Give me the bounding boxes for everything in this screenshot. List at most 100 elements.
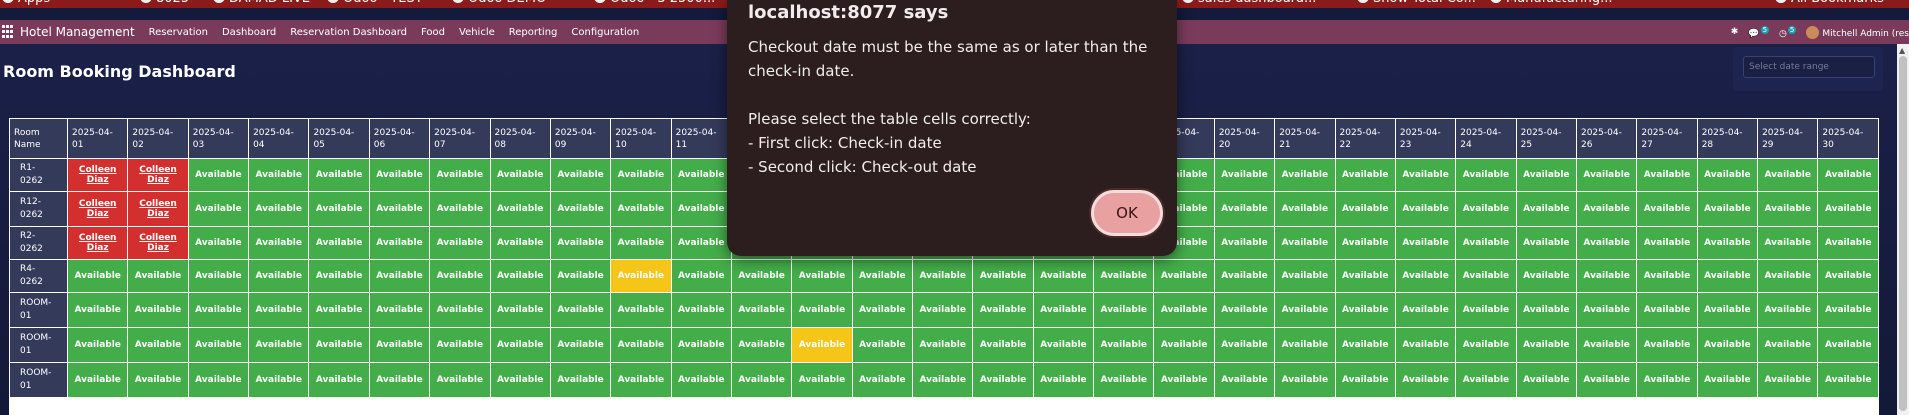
activity-clock-icon[interactable]: ◷ 5: [1779, 25, 1797, 39]
bookmark-item[interactable]: DAMAD LIVE: [213, 0, 310, 6]
selected-date-cell[interactable]: Available: [791, 327, 853, 363]
available-cell[interactable]: Available: [670, 158, 732, 192]
available-cell[interactable]: Available: [1575, 362, 1638, 398]
available-cell[interactable]: Available: [1394, 292, 1457, 328]
available-cell[interactable]: Available: [248, 292, 310, 328]
available-cell[interactable]: Available: [1394, 226, 1457, 260]
menu-reservation-dashboard[interactable]: Reservation Dashboard: [290, 27, 407, 38]
available-cell[interactable]: Available: [1636, 158, 1698, 192]
available-cell[interactable]: Available: [670, 191, 732, 227]
available-cell[interactable]: Available: [127, 292, 189, 328]
available-cell[interactable]: Available: [670, 292, 732, 328]
available-cell[interactable]: Available: [972, 292, 1034, 328]
available-cell[interactable]: Available: [1153, 327, 1215, 363]
available-cell[interactable]: Available: [1757, 292, 1819, 328]
available-cell[interactable]: Available: [368, 259, 431, 293]
available-cell[interactable]: Available: [248, 327, 310, 363]
available-cell[interactable]: Available: [1636, 226, 1698, 260]
available-cell[interactable]: Available: [1153, 292, 1215, 328]
available-cell[interactable]: Available: [1032, 327, 1095, 363]
available-cell[interactable]: Available: [308, 259, 370, 293]
available-cell[interactable]: Available: [1575, 292, 1638, 328]
available-cell[interactable]: Available: [1093, 362, 1155, 398]
available-cell[interactable]: Available: [489, 259, 551, 293]
available-cell[interactable]: Available: [1213, 158, 1276, 192]
available-cell[interactable]: Available: [1394, 259, 1457, 293]
available-cell[interactable]: Available: [187, 158, 250, 192]
available-cell[interactable]: Available: [1334, 327, 1396, 363]
available-cell[interactable]: Available: [1274, 226, 1336, 260]
available-cell[interactable]: Available: [1093, 259, 1155, 293]
booked-cell[interactable]: Colleen Diaz: [66, 158, 129, 192]
available-cell[interactable]: Available: [1334, 191, 1396, 227]
available-cell[interactable]: Available: [489, 327, 551, 363]
user-menu[interactable]: Mitchell Admin (res: [1806, 25, 1909, 39]
available-cell[interactable]: Available: [1575, 158, 1638, 192]
available-cell[interactable]: Available: [851, 327, 914, 363]
scrollbar-thumb[interactable]: [1899, 56, 1907, 411]
available-cell[interactable]: Available: [912, 292, 974, 328]
available-cell[interactable]: Available: [1394, 191, 1457, 227]
available-cell[interactable]: Available: [1334, 362, 1396, 398]
available-cell[interactable]: Available: [851, 259, 914, 293]
bookmark-item[interactable]: Odoo - 3 2500...: [594, 0, 715, 6]
available-cell[interactable]: Available: [429, 292, 491, 328]
available-cell[interactable]: Available: [1696, 327, 1759, 363]
available-cell[interactable]: Available: [308, 226, 370, 260]
available-cell[interactable]: Available: [1093, 327, 1155, 363]
available-cell[interactable]: Available: [1575, 259, 1638, 293]
available-cell[interactable]: Available: [1817, 158, 1879, 192]
available-cell[interactable]: Available: [1455, 327, 1517, 363]
available-cell[interactable]: Available: [1455, 259, 1517, 293]
available-cell[interactable]: Available: [670, 327, 732, 363]
available-cell[interactable]: Available: [1153, 362, 1215, 398]
available-cell[interactable]: Available: [1093, 292, 1155, 328]
available-cell[interactable]: Available: [1394, 327, 1457, 363]
available-cell[interactable]: Available: [248, 191, 310, 227]
available-cell[interactable]: Available: [66, 327, 129, 363]
available-cell[interactable]: Available: [489, 191, 551, 227]
available-cell[interactable]: Available: [308, 292, 370, 328]
available-cell[interactable]: Available: [730, 259, 793, 293]
bookmark-item[interactable]: Show Total Co...: [1357, 0, 1476, 6]
available-cell[interactable]: Available: [187, 327, 250, 363]
bookmark-item[interactable]: sales dashboard...: [1182, 0, 1316, 6]
date-range-input[interactable]: [1743, 56, 1875, 78]
available-cell[interactable]: Available: [187, 259, 250, 293]
booked-cell[interactable]: Colleen Diaz: [66, 226, 129, 260]
available-cell[interactable]: Available: [127, 327, 189, 363]
available-cell[interactable]: Available: [1515, 158, 1577, 192]
bookmark-item[interactable]: 8025: [140, 0, 189, 6]
available-cell[interactable]: Available: [1575, 327, 1638, 363]
available-cell[interactable]: Available: [187, 292, 250, 328]
menu-vehicle[interactable]: Vehicle: [459, 27, 495, 38]
available-cell[interactable]: Available: [248, 226, 310, 260]
apps-grid-icon[interactable]: [2, 25, 16, 39]
guest-name-link[interactable]: Colleen Diaz: [79, 199, 117, 219]
available-cell[interactable]: Available: [429, 362, 491, 398]
available-cell[interactable]: Available: [429, 226, 491, 260]
available-cell[interactable]: Available: [549, 292, 612, 328]
available-cell[interactable]: Available: [368, 362, 431, 398]
guest-name-link[interactable]: Colleen Diaz: [139, 165, 177, 185]
available-cell[interactable]: Available: [1334, 226, 1396, 260]
available-cell[interactable]: Available: [127, 259, 189, 293]
available-cell[interactable]: Available: [1696, 191, 1759, 227]
available-cell[interactable]: Available: [1153, 259, 1215, 293]
available-cell[interactable]: Available: [368, 327, 431, 363]
available-cell[interactable]: Available: [851, 292, 914, 328]
available-cell[interactable]: Available: [308, 158, 370, 192]
guest-name-link[interactable]: Colleen Diaz: [139, 233, 177, 253]
available-cell[interactable]: Available: [429, 158, 491, 192]
available-cell[interactable]: Available: [1334, 259, 1396, 293]
available-cell[interactable]: Available: [1515, 191, 1577, 227]
available-cell[interactable]: Available: [730, 327, 793, 363]
available-cell[interactable]: Available: [1515, 226, 1577, 260]
available-cell[interactable]: Available: [489, 362, 551, 398]
bookmark-item[interactable]: All Bookmarks: [1775, 0, 1884, 6]
available-cell[interactable]: Available: [1515, 362, 1577, 398]
available-cell[interactable]: Available: [1757, 158, 1819, 192]
available-cell[interactable]: Available: [489, 158, 551, 192]
available-cell[interactable]: Available: [1032, 292, 1095, 328]
available-cell[interactable]: Available: [851, 362, 914, 398]
